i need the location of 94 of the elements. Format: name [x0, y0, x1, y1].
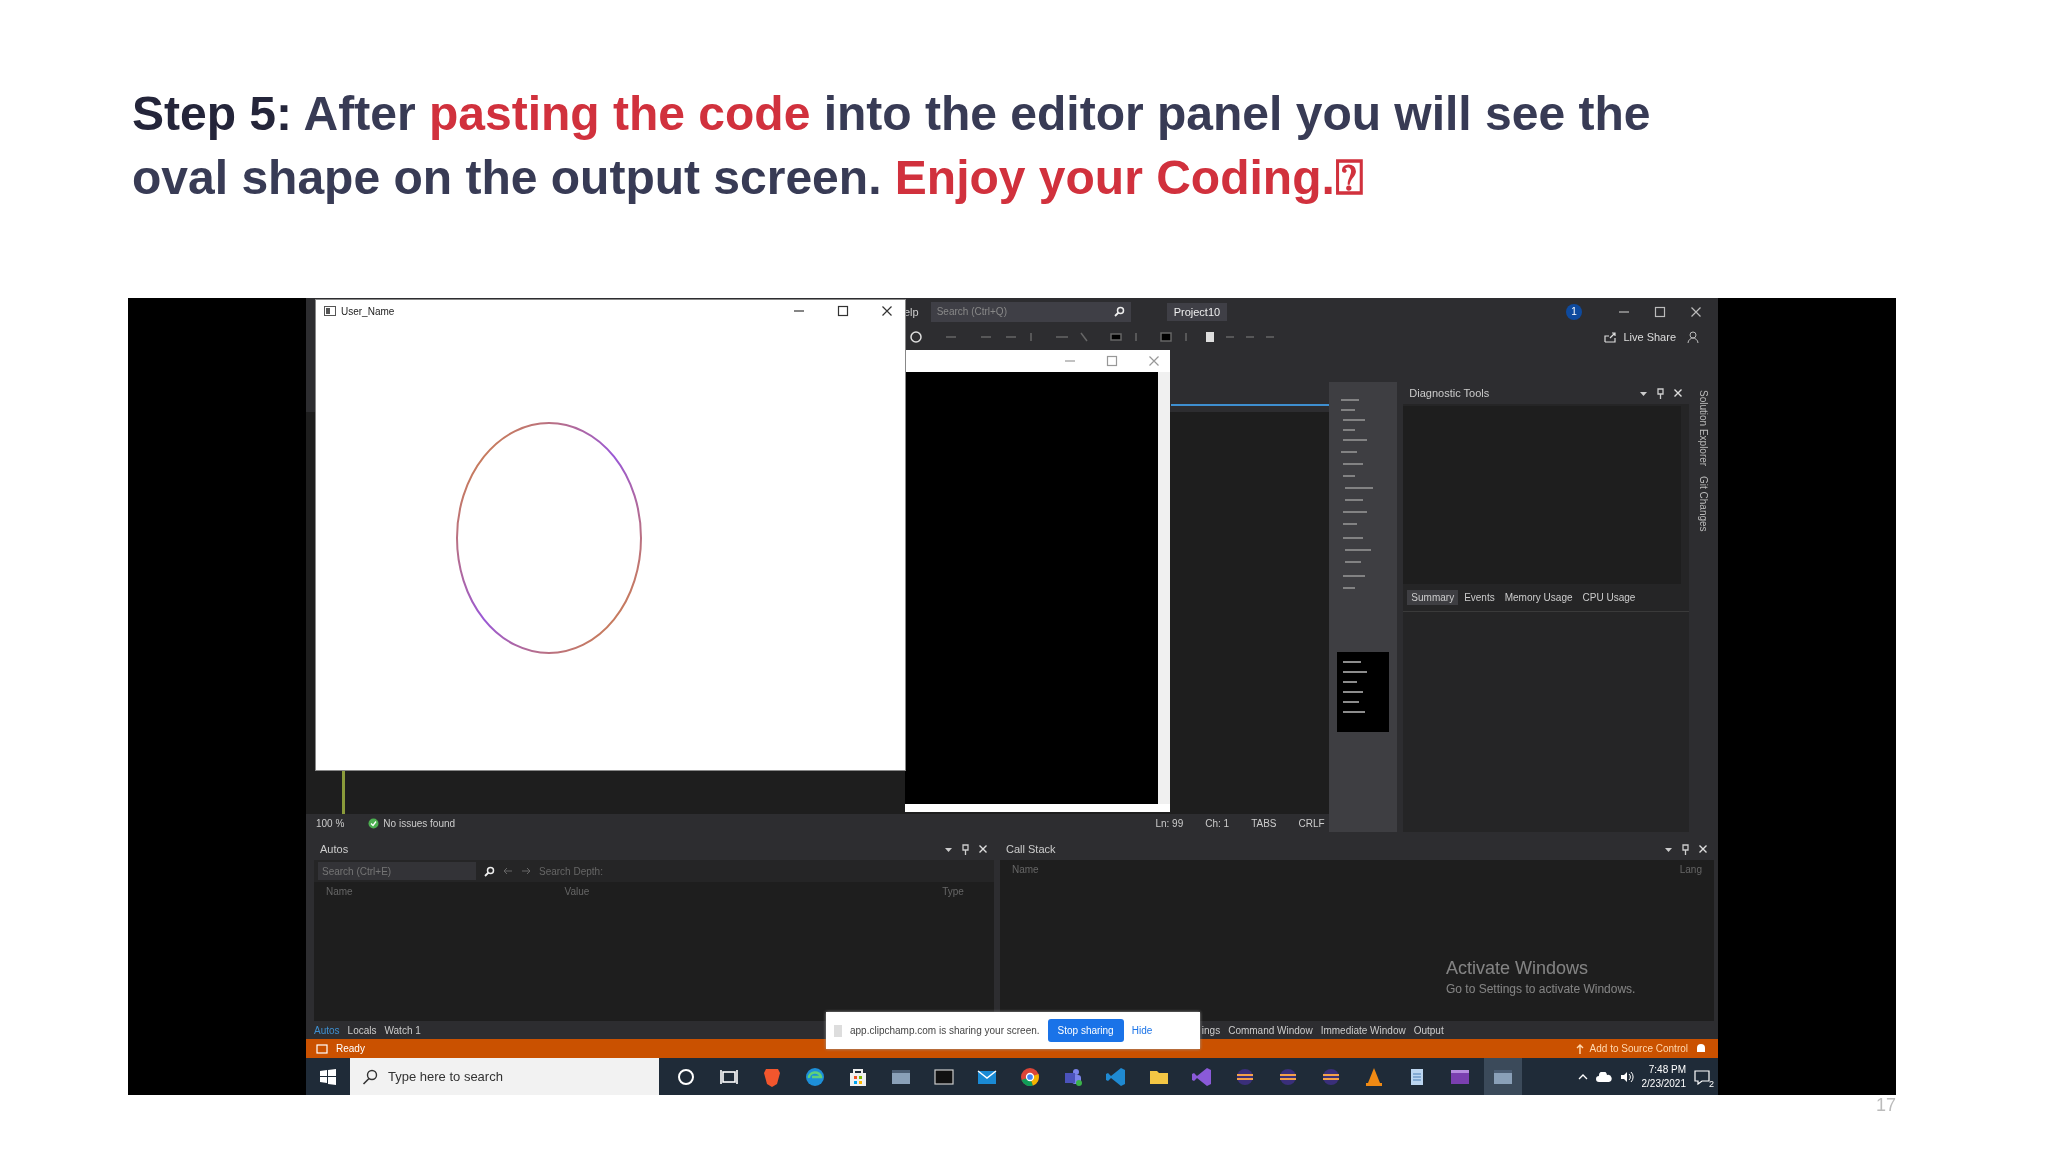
people-icon[interactable]: [1065, 1068, 1082, 1086]
windows-logo-icon[interactable]: [320, 1068, 336, 1085]
window-title: User_Name: [341, 305, 395, 317]
arrow-right-icon[interactable]: [521, 867, 531, 875]
drag-handle-icon[interactable]: [834, 1024, 842, 1037]
diagnostic-tab[interactable]: CPU Usage: [1578, 590, 1640, 605]
browser-icon[interactable]: [806, 1067, 824, 1086]
column-header: Name: [1012, 864, 1039, 875]
pin-icon[interactable]: [961, 843, 970, 855]
window-icon[interactable]: [1494, 1069, 1512, 1084]
code-editor-icon[interactable]: [1192, 1067, 1211, 1086]
shopping-bag-icon[interactable]: [850, 1068, 866, 1086]
search-icon[interactable]: [484, 865, 495, 877]
diagnostic-tab[interactable]: Memory Usage: [1500, 590, 1577, 605]
code-editor-icon[interactable]: [1106, 1067, 1125, 1086]
search-icon: [362, 1068, 378, 1085]
terminal-icon[interactable]: [934, 1068, 954, 1085]
panel-title: Autos: [320, 843, 349, 855]
project-name: Project10: [1166, 302, 1228, 321]
envelope-icon[interactable]: [977, 1069, 997, 1084]
panel-tab[interactable]: Autos: [314, 1024, 340, 1036]
browser-icon[interactable]: [1021, 1067, 1039, 1086]
page-number: 17: [1875, 1095, 1896, 1115]
maximize-icon[interactable]: [1654, 305, 1666, 318]
diagnostic-tab[interactable]: Events: [1460, 590, 1499, 605]
side-tab[interactable]: Solution Explorer: [1698, 390, 1710, 467]
search-field[interactable]: Type here to search: [350, 1058, 659, 1095]
cloud-icon[interactable]: [1595, 1071, 1612, 1082]
issues-status[interactable]: No issues found: [383, 817, 456, 829]
diagnostic-tab[interactable]: Summary: [1407, 590, 1459, 605]
arrow-up-icon: [1575, 1043, 1584, 1054]
panel-title: Call Stack: [1006, 843, 1056, 855]
scrollbar[interactable]: [1158, 372, 1170, 804]
bell-icon[interactable]: [1694, 1042, 1708, 1055]
maximize-icon[interactable]: [837, 305, 849, 317]
output-window[interactable]: User_Name: [316, 300, 905, 770]
check-icon: [368, 817, 380, 829]
column-header: Lang: [1679, 864, 1702, 875]
panel-tab[interactable]: ings: [1201, 1024, 1221, 1036]
window-icon: [316, 1043, 328, 1054]
search-depth-label: Search Depth:: [539, 865, 603, 877]
notepad-icon[interactable]: [1411, 1068, 1423, 1085]
live-share-button[interactable]: Live Share: [1604, 331, 1676, 343]
line-ending[interactable]: CRLF: [1298, 817, 1325, 829]
shield-icon[interactable]: [764, 1068, 780, 1087]
clock-date[interactable]: 2/23/2021: [1641, 1076, 1686, 1091]
search-icon: [1113, 306, 1125, 317]
arrow-left-icon[interactable]: [503, 867, 513, 875]
striped-circle-icon[interactable]: [1322, 1068, 1340, 1085]
share-icon: [1604, 331, 1618, 343]
notification-count: 2: [1709, 1078, 1714, 1089]
clock-time[interactable]: 7:48 PM: [1648, 1062, 1686, 1077]
notification-badge[interactable]: 1: [1566, 303, 1582, 320]
status-text: Ready: [336, 1043, 365, 1054]
indent-mode[interactable]: TABS: [1251, 817, 1277, 829]
panel-tab[interactable]: Command Window: [1228, 1024, 1313, 1036]
panel-tab[interactable]: Locals: [347, 1024, 377, 1036]
column-header: Name: [326, 886, 354, 897]
window-icon[interactable]: [1451, 1069, 1469, 1084]
panel-tab[interactable]: Output: [1413, 1024, 1444, 1036]
panel-tab[interactable]: Immediate Window: [1320, 1024, 1406, 1036]
sharing-message: app.clipchamp.com is sharing your screen.: [850, 1025, 1040, 1036]
window-icon[interactable]: [892, 1069, 910, 1084]
slide-heading: Step 5: After pasting the code into the editor panel you will see the oval shape on the output screen. Enjoy your Coding.⍰: [132, 86, 1652, 206]
notification-icon[interactable]: [1694, 1068, 1710, 1085]
console-window[interactable]: [905, 350, 1170, 812]
speaker-icon[interactable]: [1619, 1070, 1634, 1083]
side-tab[interactable]: Git Changes: [1698, 476, 1710, 532]
cone-icon[interactable]: [1366, 1067, 1382, 1086]
column-header: Value: [564, 886, 591, 897]
activation-hint: Go to Settings to activate Windows.: [1446, 982, 1636, 996]
task-view-icon[interactable]: [720, 1068, 738, 1085]
circle-icon[interactable]: [678, 1068, 694, 1085]
column-number: Ch: 1: [1205, 817, 1230, 829]
app-icon: [324, 306, 336, 316]
pin-icon[interactable]: [1681, 843, 1690, 855]
line-number: Ln: 99: [1155, 817, 1184, 829]
striped-circle-icon[interactable]: [1236, 1068, 1254, 1085]
close-icon[interactable]: [881, 305, 893, 317]
column-header: Type: [942, 886, 965, 897]
panel-tab[interactable]: Watch 1: [384, 1024, 421, 1036]
panel-title: Diagnostic Tools: [1409, 387, 1490, 399]
folder-icon[interactable]: [1150, 1070, 1168, 1084]
stop-sharing-button[interactable]: Stop sharing: [1047, 1019, 1124, 1042]
zoom-level[interactable]: 100 %: [316, 817, 345, 829]
source-control-button[interactable]: Add to Source Control: [1589, 1043, 1688, 1054]
chevron-up-icon[interactable]: [1577, 1072, 1588, 1081]
close-icon[interactable]: [1690, 305, 1702, 318]
feedback-icon[interactable]: [1686, 330, 1700, 344]
striped-circle-icon[interactable]: [1279, 1068, 1297, 1085]
search-field[interactable]: Search (Ctrl+E): [318, 862, 476, 880]
activation-title: Activate Windows: [1446, 958, 1590, 979]
pin-icon[interactable]: [1656, 387, 1666, 399]
hide-button[interactable]: Hide: [1131, 1025, 1153, 1036]
